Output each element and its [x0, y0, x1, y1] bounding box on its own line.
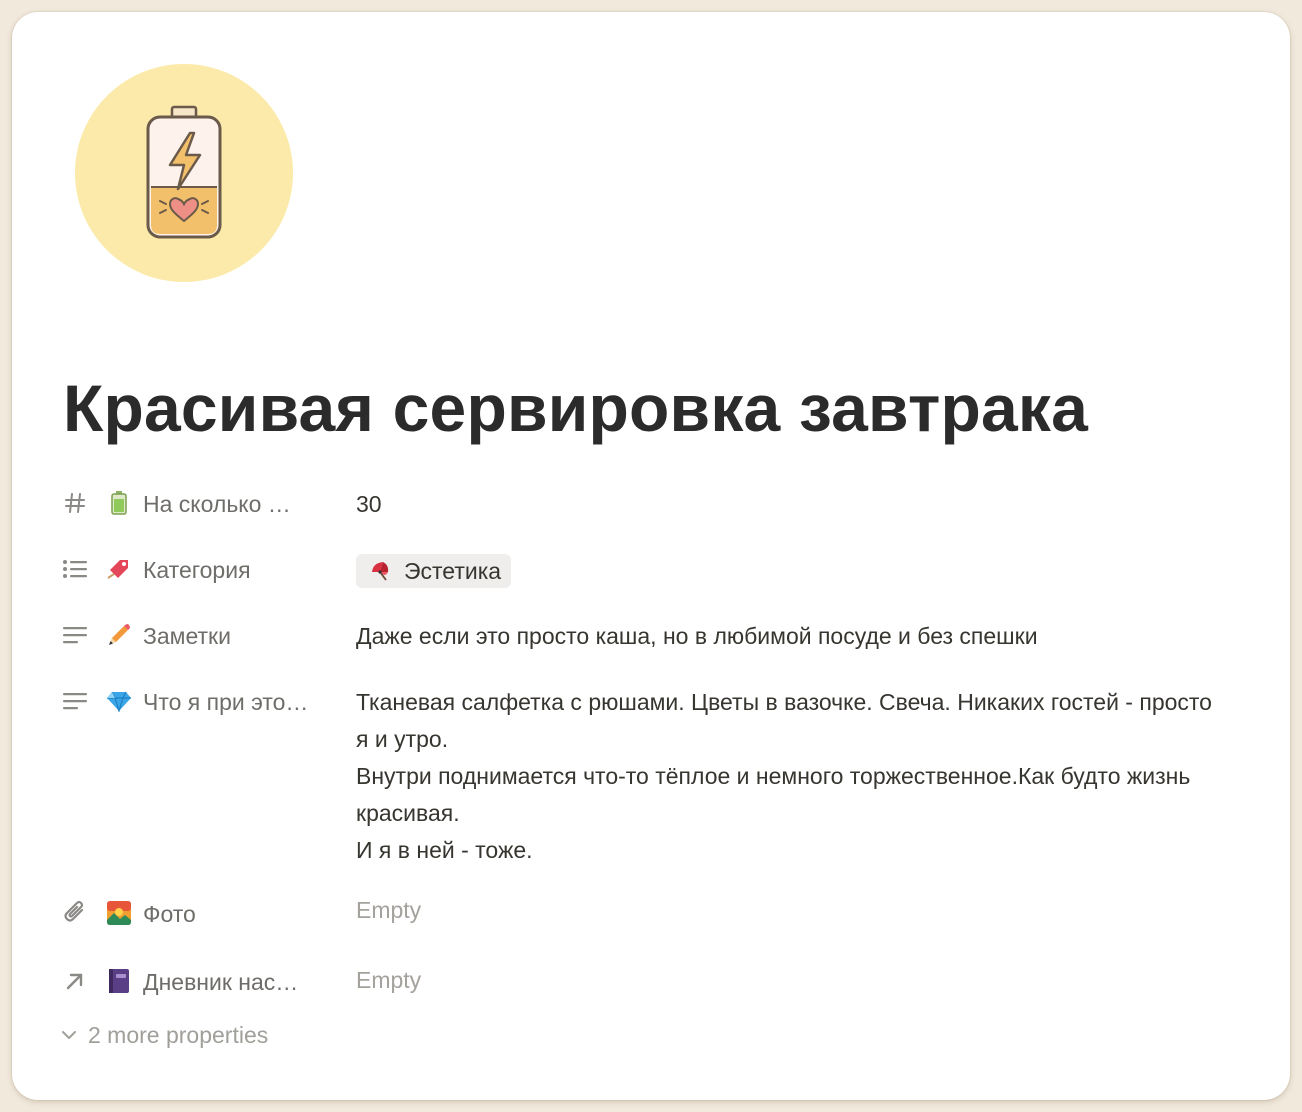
property-label: Фото [143, 901, 196, 927]
text-line: Тканевая салфетка с рюшами. Цветы в вазо… [356, 689, 1212, 715]
photo-icon [106, 900, 132, 926]
text-icon [60, 686, 90, 716]
property-row-diary[interactable]: Дневник нас… Empty [60, 966, 1260, 1006]
chevron-down-icon [60, 1026, 78, 1044]
text-line: И я в ней - тоже. [356, 837, 533, 863]
property-row-rating[interactable]: На сколько … 30 [60, 488, 1260, 528]
property-value-empty[interactable]: Empty [356, 962, 1256, 999]
more-properties-label: 2 more properties [88, 1021, 269, 1048]
property-label: Категория [143, 557, 251, 583]
property-label: Дневник нас… [143, 969, 299, 995]
text-icon [60, 620, 90, 650]
hash-icon [60, 488, 90, 518]
property-value-multiline[interactable]: Тканевая салфетка с рюшами. Цветы в вазо… [356, 684, 1256, 869]
fan-icon [368, 559, 392, 583]
battery-heart-icon [146, 105, 222, 239]
page-title[interactable]: Красивая сервировка завтрака [63, 370, 1088, 446]
gem-icon [106, 688, 132, 714]
text-line: Внутри поднимается что-то тёплое и немно… [356, 763, 1191, 789]
page-card: Красивая сервировка завтрака На сколько … [12, 12, 1290, 1100]
property-value-empty[interactable]: Empty [356, 892, 1256, 929]
property-label: На сколько … [143, 491, 291, 517]
bookmark-icon [106, 556, 132, 582]
page-icon-battery[interactable] [75, 64, 293, 282]
arrow-up-right-icon [60, 966, 90, 996]
property-row-photo[interactable]: Фото Empty [60, 897, 1260, 938]
pencil-icon [106, 622, 132, 648]
list-icon [60, 554, 90, 584]
property-row-category[interactable]: Категория Эстетика [60, 554, 1260, 594]
battery-icon [106, 490, 132, 516]
category-tag-label: Эстетика [404, 558, 502, 584]
property-value[interactable]: Даже если это просто каша, но в любимой … [356, 618, 1256, 655]
category-tag[interactable]: Эстетика [356, 554, 512, 588]
more-properties-toggle[interactable]: 2 more properties [60, 1018, 268, 1052]
property-row-notes[interactable]: Заметки Даже если это просто каша, но в … [60, 620, 1260, 660]
property-value[interactable]: Эстетика [356, 554, 1256, 593]
property-row-feelings[interactable]: Что я при это… Тканевая салфетка с рюшам… [60, 686, 1260, 876]
property-label: Что я при это… [143, 689, 309, 715]
property-label: Заметки [143, 623, 231, 649]
text-line: я и утро. [356, 726, 449, 752]
paperclip-icon [60, 898, 90, 928]
text-line: красивая. [356, 800, 460, 826]
notebook-icon [106, 968, 132, 994]
property-value[interactable]: 30 [356, 486, 1256, 523]
